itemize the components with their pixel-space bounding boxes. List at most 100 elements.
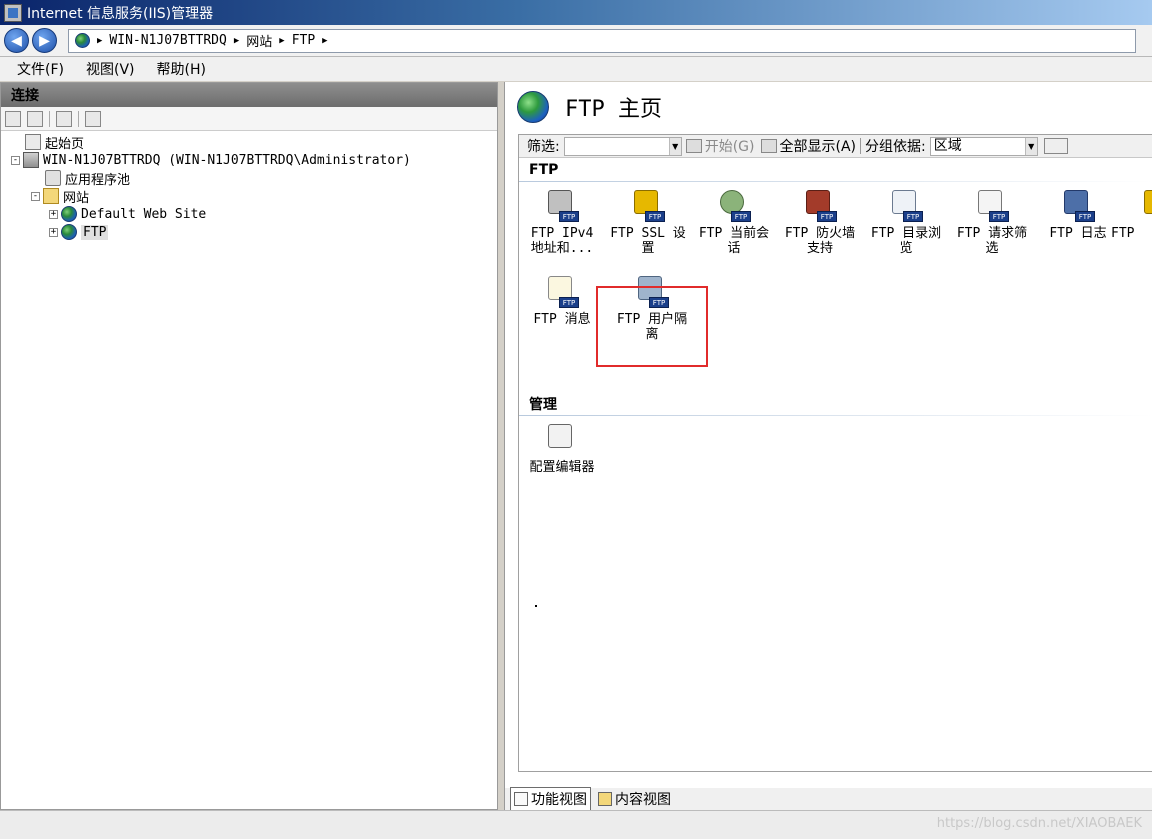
tree-item-sites[interactable]: - 网站 [1,187,497,206]
filter-label: 筛选: [527,139,560,155]
page-title: FTP 主页 [565,97,662,122]
show-all-button[interactable]: 全部显示(A) [760,136,857,156]
start-page-icon [25,134,41,150]
app-pool-icon [45,170,61,186]
expand-icon[interactable]: + [49,227,58,237]
feature-label: 地址和... [530,241,594,256]
chevron-down-icon[interactable]: ▼ [1024,137,1037,155]
back-button[interactable]: ◀ [4,28,29,53]
connections-tree: 起始页 - WIN-N1J07BTTRDQ (WIN-N1J07BTTRDQ\A… [1,131,497,241]
breadcrumb-separator-icon[interactable]: ▶ [279,36,284,46]
page-header: FTP 主页 [505,82,1152,132]
collapse-icon[interactable]: - [31,191,40,201]
up-folder-icon[interactable] [56,110,72,127]
sites-folder-icon [43,188,59,204]
filter-input[interactable]: ▼ [563,136,682,156]
server-icon [23,152,39,168]
globe-icon [75,33,90,48]
tree-item-ftp[interactable]: + FTP [1,223,497,241]
tree-item-server[interactable]: - WIN-N1J07BTTRDQ (WIN-N1J07BTTRDQ\Admin… [1,151,497,169]
chevron-down-icon[interactable]: ▼ [668,137,681,155]
connections-toolbar [1,107,497,131]
forward-button[interactable]: ▶ [32,28,57,53]
section-header-management: 管理 [519,392,1152,416]
tab-label: 功能视图 [531,792,587,808]
tree-item-label: Default Web Site [81,206,207,222]
feature-label: FTP 目录浏 [870,226,942,241]
disconnect-icon[interactable] [85,110,101,127]
globe-icon [61,206,77,222]
features-view: 筛选: ▼ 开始(G) 全部显示(A) 分组依据: 区域 ▼ FTP FTP F… [518,134,1152,772]
highlight-annotation [596,286,708,367]
connections-header: 连接 [1,83,497,107]
feature-label: FTP 请求筛 [956,226,1028,241]
tree-item-label: FTP [81,224,109,240]
feature-ftp-sessions[interactable]: FTP FTP 当前会 话 [691,188,777,256]
window-title: Internet 信息服务(IIS)管理器 [27,5,214,22]
breadcrumb-separator-icon[interactable]: ▶ [234,36,239,46]
view-tabs: 功能视图 内容视图 [505,787,1152,811]
management-features-grid: 配置编辑器 [519,416,1152,486]
breadcrumb[interactable]: ▶ WIN-N1J07BTTRDQ ▶ 网站 ▶ FTP ▶ [68,28,1136,53]
section-header-ftp: FTP [519,158,1152,182]
collapse-icon[interactable]: - [11,155,20,165]
feature-ftp-authorization[interactable]: FTP [1111,188,1152,241]
breadcrumb-server[interactable]: WIN-N1J07BTTRDQ [109,33,226,48]
tab-label: 内容视图 [615,792,671,808]
globe-icon [517,91,549,123]
tree-item-start-page[interactable]: 起始页 [1,133,497,152]
start-filter-button[interactable]: 开始(G) [685,136,755,156]
toolbar-separator [860,138,862,154]
feature-label: FTP [1111,226,1135,241]
feature-configuration-editor[interactable]: 配置编辑器 [519,422,605,475]
menu-bar: 文件(F) 视图(V) 帮助(H) [0,57,1152,81]
status-bar: https://blog.csdn.net/XIAOBAEK [0,810,1152,839]
connect-icon[interactable] [5,110,21,127]
tree-item-label: 网站 [63,190,90,206]
feature-ftp-directory-browsing[interactable]: FTP FTP 目录浏 览 [863,188,949,256]
feature-label: FTP 消息 [533,312,591,327]
connections-panel: 连接 起始页 - WIN-N1J07BTTRDQ (WIN-N1J07BTTRD… [0,82,498,810]
tab-features-view[interactable]: 功能视图 [510,787,591,811]
breadcrumb-separator-icon[interactable]: ▶ [97,36,102,46]
feature-ftp-firewall[interactable]: FTP FTP 防火墙 支持 [777,188,863,256]
ftp-features-grid: FTP FTP IPv4 地址和... FTP FTP SSL 设 置 FTP … [519,182,1152,392]
feature-label: 配置编辑器 [529,460,595,475]
feature-label: FTP 当前会 [698,226,770,241]
address-bar: ◀ ▶ ▶ WIN-N1J07BTTRDQ ▶ 网站 ▶ FTP ▶ [0,25,1152,57]
feature-ftp-messages[interactable]: FTP FTP 消息 [519,274,605,327]
expand-icon[interactable]: + [49,209,58,219]
breadcrumb-ftp[interactable]: FTP [292,33,315,48]
feature-label: 选 [985,241,999,256]
feature-label: FTP 日志 [1049,226,1107,241]
feature-label: FTP IPv4 [530,226,594,241]
menu-help[interactable]: 帮助(H) [157,59,206,79]
tab-content-view[interactable]: 内容视图 [595,788,674,810]
show-all-icon [760,139,777,153]
tree-item-app-pools[interactable]: 应用程序池 [1,169,497,188]
feature-ftp-request-filtering[interactable]: FTP FTP 请求筛 选 [949,188,1035,256]
show-all-label: 全部显示(A) [779,139,857,155]
feature-label: 置 [641,241,655,256]
toolbar-separator [49,110,50,127]
feature-label: 话 [727,241,741,256]
group-by-select[interactable]: 区域 ▼ [929,136,1038,156]
start-filter-label: 开始(G) [704,139,755,155]
menu-file[interactable]: 文件(F) [17,59,64,79]
feature-ftp-ssl[interactable]: FTP FTP SSL 设 置 [605,188,691,256]
save-icon[interactable] [27,110,43,127]
binoculars-icon [685,139,702,153]
tree-item-label: WIN-N1J07BTTRDQ (WIN-N1J07BTTRDQ\Adminis… [43,152,411,168]
watermark: https://blog.csdn.net/XIAOBAEK [936,816,1142,831]
menu-view[interactable]: 视图(V) [86,59,135,79]
tree-item-label: 起始页 [45,136,85,152]
feature-label: 支持 [806,241,833,256]
breadcrumb-separator-icon[interactable]: ▶ [322,36,327,46]
content-view-icon [598,792,612,806]
view-mode-icon[interactable] [1043,138,1068,154]
tree-item-default-web-site[interactable]: + Default Web Site [1,205,497,223]
toolbar-separator [78,110,79,127]
breadcrumb-sites[interactable]: 网站 [246,31,272,50]
feature-ftp-ipv4[interactable]: FTP FTP IPv4 地址和... [519,188,605,256]
feature-ftp-logging[interactable]: FTP FTP 日志 [1035,188,1121,241]
